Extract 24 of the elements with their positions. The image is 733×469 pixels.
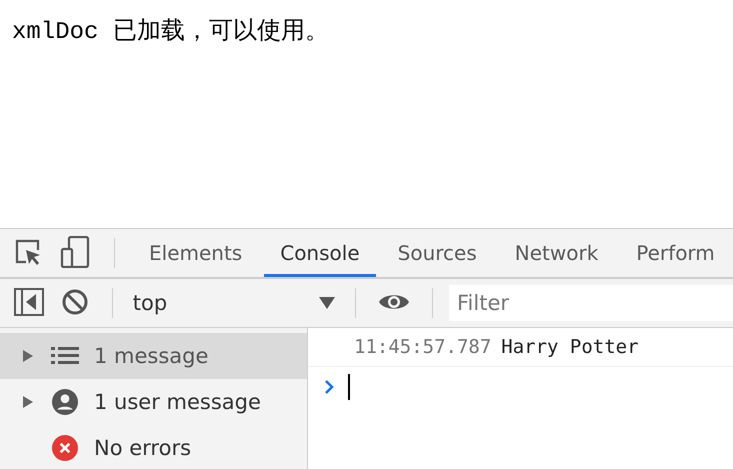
error-icon (52, 435, 78, 461)
filter-field[interactable]: Filter (449, 285, 733, 321)
sidebar-item[interactable]: No errors (0, 425, 307, 469)
sidebar-toggle-icon[interactable] (14, 288, 44, 318)
sidebar-item-label: 1 user message (94, 390, 261, 414)
prompt-chevron-icon (324, 379, 334, 395)
dropdown-arrow-icon (319, 296, 336, 310)
status-text: xmlDoc 已加载，可以使用。 (12, 19, 329, 46)
log-timestamp: 11:45:57.787 (354, 336, 492, 358)
list-icon (51, 346, 79, 366)
user-icon (52, 389, 78, 415)
expand-arrow-icon (22, 349, 34, 363)
sidebar-item-label: 1 message (94, 344, 208, 368)
sidebar-item-label: No errors (94, 436, 192, 460)
expand-arrow-icon (22, 395, 34, 409)
text-cursor (348, 374, 350, 400)
sidebar-item[interactable]: 1 user message (0, 379, 307, 425)
log-message: Harry Potter (501, 336, 639, 358)
devtools-tab[interactable]: Sources (382, 229, 493, 277)
devtools-tab[interactable]: Network (498, 229, 614, 277)
context-dropdown[interactable]: top (128, 291, 340, 315)
sidebar-item[interactable]: 1 message (0, 333, 307, 379)
devtools-tab[interactable]: Elements (133, 229, 258, 277)
devtools-tab[interactable]: Perform (620, 229, 731, 277)
